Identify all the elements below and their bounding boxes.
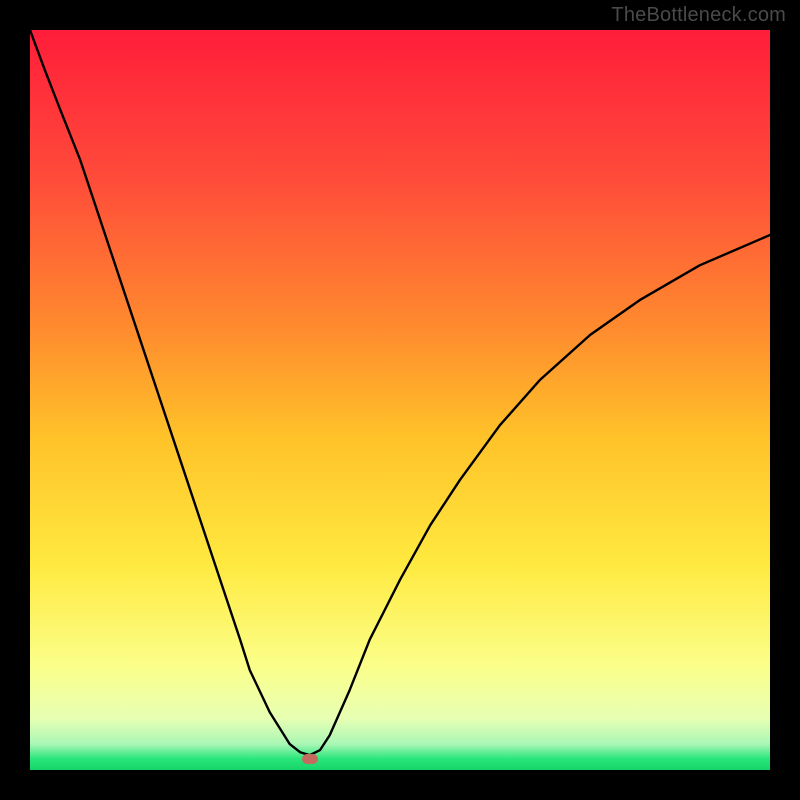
bottleneck-chart — [30, 30, 770, 770]
gradient-background — [30, 30, 770, 770]
optimum-marker — [302, 754, 318, 764]
watermark-text: TheBottleneck.com — [611, 4, 786, 27]
chart-frame: TheBottleneck.com — [0, 0, 800, 800]
plot-area — [30, 30, 770, 770]
